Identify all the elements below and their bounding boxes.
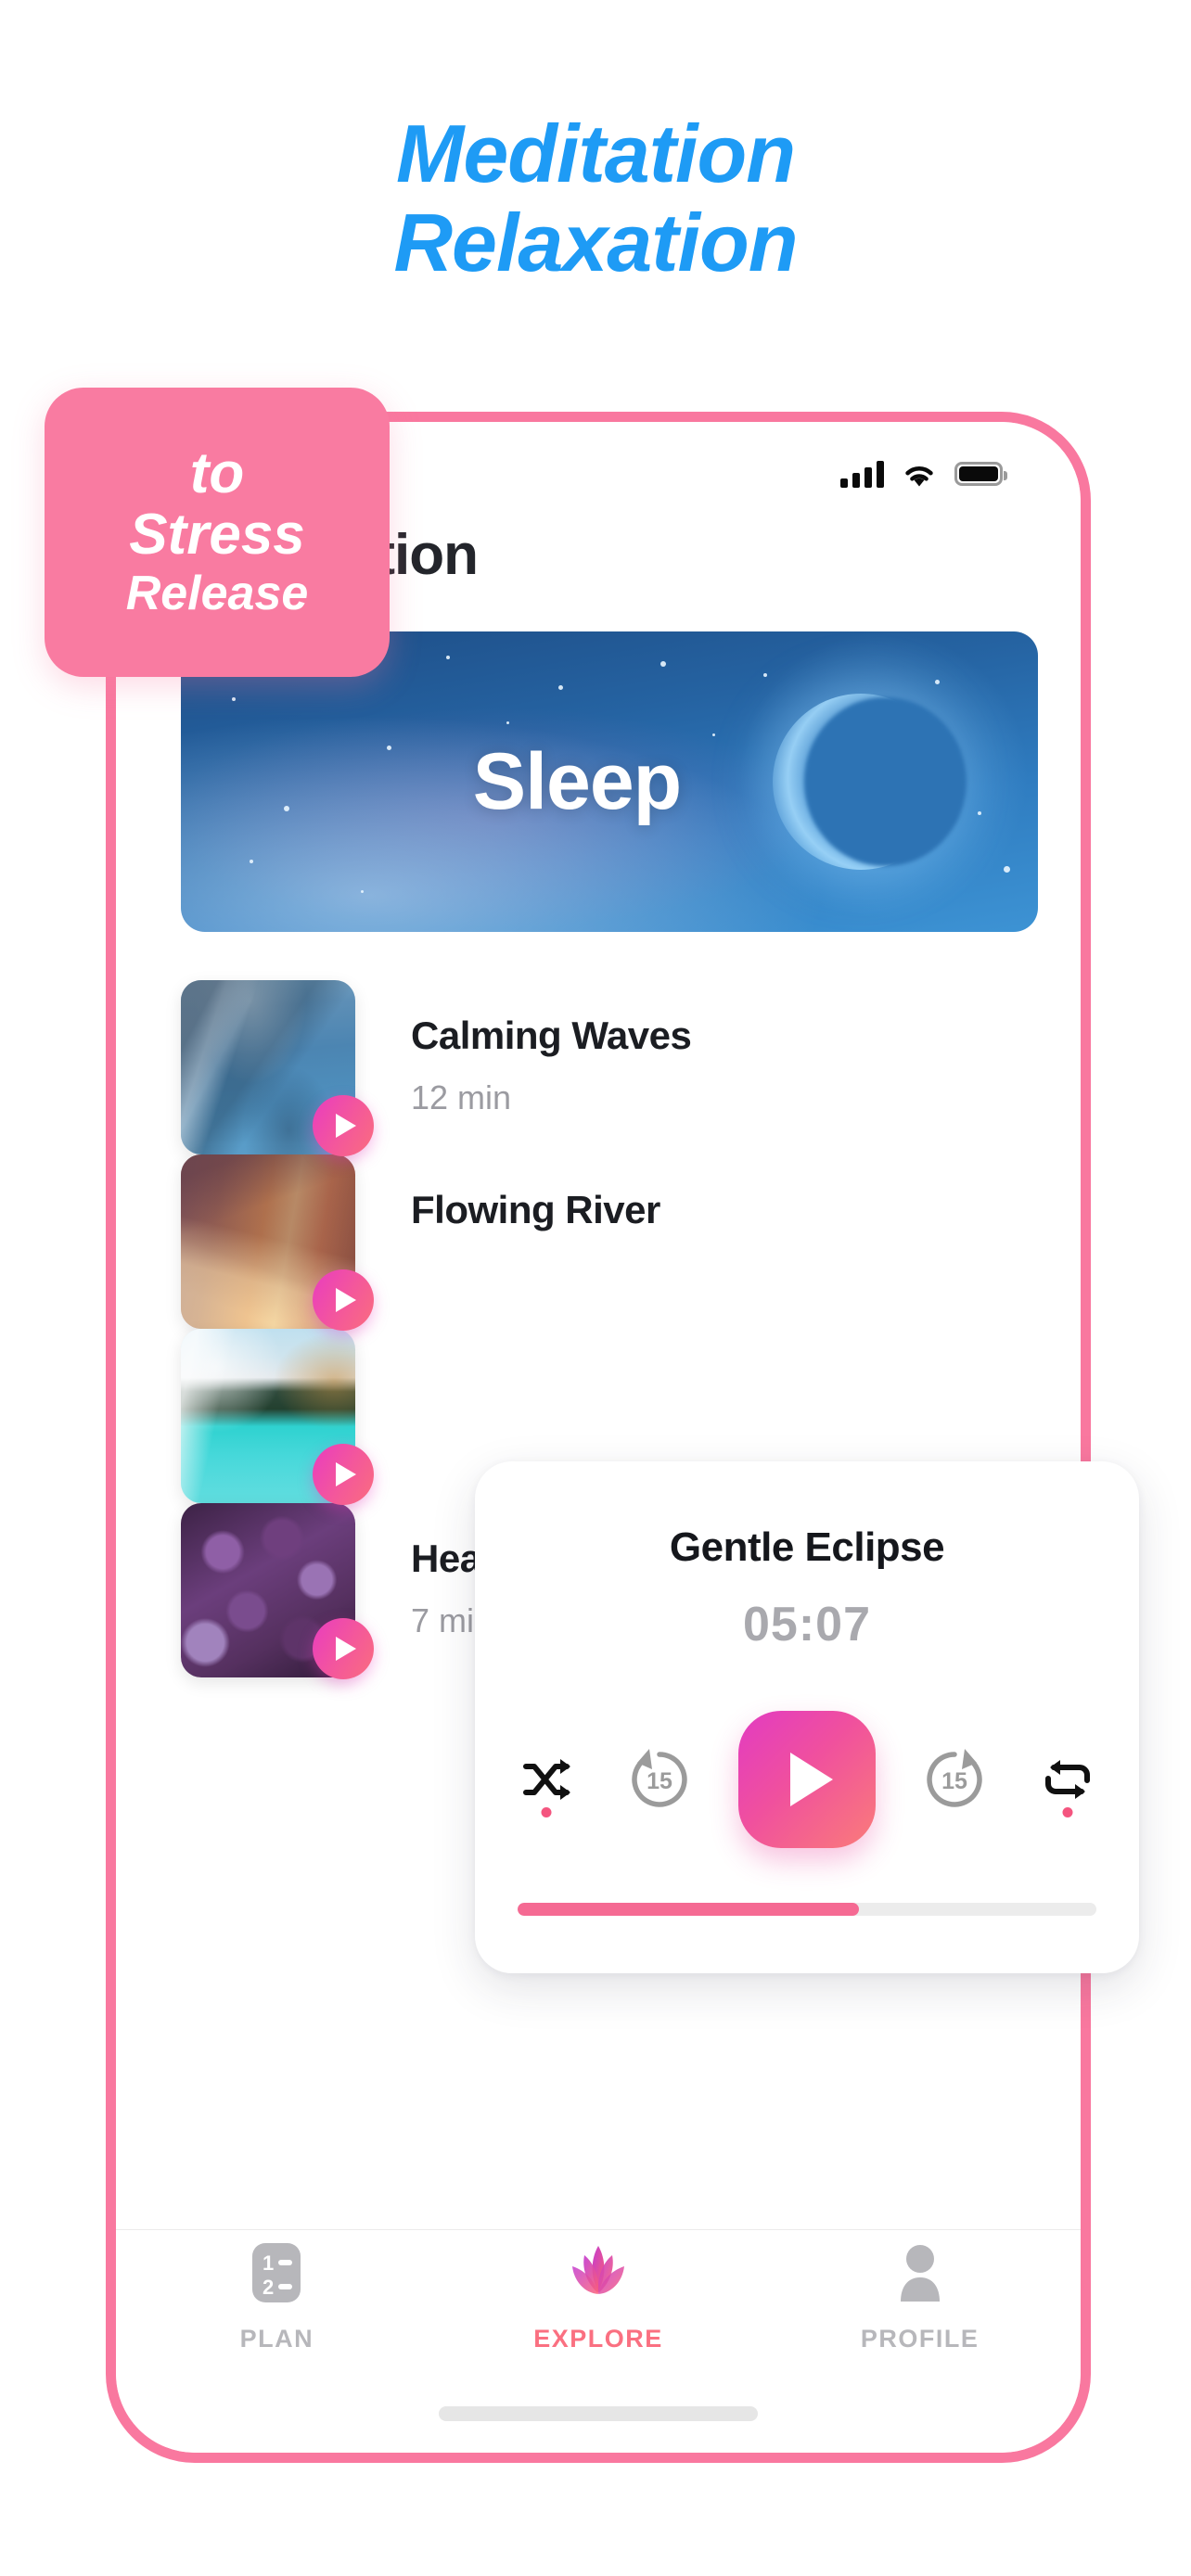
cellular-signal-icon xyxy=(840,460,884,488)
track-row-calming-waves[interactable]: Calming Waves 12 min xyxy=(181,980,1038,1177)
play-icon[interactable] xyxy=(738,1711,876,1848)
promo-screenshot: Meditation Relaxation to Stress Release xyxy=(0,0,1191,2576)
track-title: Calming Waves xyxy=(411,1014,692,1057)
bottom-nav: 1 2 PLAN EXPLORE PROFILE xyxy=(116,2230,1081,2364)
svg-text:15: 15 xyxy=(941,1768,967,1794)
repeat-icon[interactable] xyxy=(1033,1745,1102,1817)
player-progress-fill xyxy=(518,1903,860,1916)
person-icon xyxy=(890,2240,951,2310)
forward-15-icon[interactable]: 15 xyxy=(920,1745,989,1814)
phone-frame: Meditation xyxy=(106,412,1091,2463)
track-title: Flowing River xyxy=(411,1188,660,1231)
wifi-icon xyxy=(903,462,936,487)
rewind-15-icon[interactable]: 15 xyxy=(625,1745,694,1814)
nav-label-explore: EXPLORE xyxy=(533,2325,663,2353)
nav-item-explore[interactable]: EXPLORE xyxy=(438,2240,760,2353)
lotus-icon xyxy=(561,2240,635,2310)
nav-item-profile[interactable]: PROFILE xyxy=(759,2240,1081,2353)
play-icon[interactable] xyxy=(313,1444,374,1505)
phone-screen: Meditation xyxy=(116,422,1081,2453)
play-icon[interactable] xyxy=(313,1095,374,1156)
sleep-banner-label: Sleep xyxy=(472,736,682,826)
nav-label-profile: PROFILE xyxy=(860,2325,980,2353)
battery-full-icon xyxy=(954,462,1007,486)
player-elapsed-time: 05:07 xyxy=(743,1598,871,1651)
crescent-moon-icon xyxy=(773,694,949,870)
home-indicator[interactable] xyxy=(439,2406,758,2421)
track-duration: 12 min xyxy=(411,1078,512,1116)
track-row-flowing-river[interactable]: Flowing River xyxy=(181,1154,1038,1351)
badge-line-3: Release xyxy=(125,567,309,620)
stress-release-badge: to Stress Release xyxy=(45,388,390,677)
promo-headline-line1: Meditation xyxy=(396,108,796,199)
player-progress-bar[interactable] xyxy=(518,1903,1096,1916)
svg-text:15: 15 xyxy=(647,1768,672,1794)
player-track-title: Gentle Eclipse xyxy=(669,1524,945,1570)
play-icon[interactable] xyxy=(313,1618,374,1679)
svg-text:2: 2 xyxy=(263,2276,274,2299)
promo-headline: Meditation Relaxation xyxy=(0,109,1191,287)
player-controls: 15 15 xyxy=(512,1710,1102,1849)
list-numbered-icon: 1 2 xyxy=(248,2240,305,2310)
promo-headline-line2: Relaxation xyxy=(393,197,798,288)
player-card: Gentle Eclipse 05:07 15 15 xyxy=(475,1461,1139,1973)
shuffle-active-dot xyxy=(541,1807,552,1817)
nav-item-plan[interactable]: 1 2 PLAN xyxy=(116,2240,438,2353)
nav-label-plan: PLAN xyxy=(239,2325,314,2353)
shuffle-icon[interactable] xyxy=(512,1745,581,1817)
play-icon[interactable] xyxy=(313,1269,374,1331)
badge-line-2: Stress xyxy=(129,503,305,567)
badge-line-1: to xyxy=(189,441,245,505)
svg-text:1: 1 xyxy=(263,2251,274,2275)
repeat-active-dot xyxy=(1062,1807,1073,1817)
